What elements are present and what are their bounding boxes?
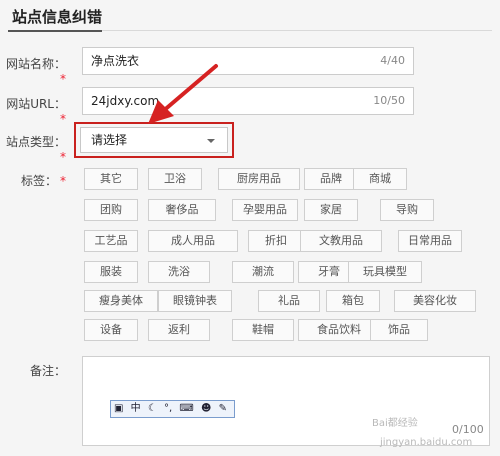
- tag-option[interactable]: 洗浴: [148, 261, 210, 283]
- tag-option[interactable]: 玩具模型: [348, 261, 422, 283]
- wrench-icon[interactable]: ✎: [219, 403, 227, 414]
- tag-option[interactable]: 箱包: [326, 290, 380, 312]
- tag-option[interactable]: 孕婴用品: [232, 199, 298, 221]
- chevron-down-icon: [207, 139, 215, 143]
- ime-toolbar[interactable]: ▣ 中 ☾ °, ⌨ ☻ ✎: [110, 400, 235, 418]
- site-type-label: 站点类型：*: [4, 133, 66, 164]
- punctuation-icon[interactable]: °,: [164, 403, 172, 414]
- required-mark: *: [60, 72, 66, 86]
- site-type-selected: 请选择: [91, 133, 128, 147]
- tag-option[interactable]: 其它: [84, 168, 138, 190]
- tag-option[interactable]: 瘦身美体: [84, 290, 158, 312]
- user-icon[interactable]: ☻: [201, 403, 211, 414]
- tag-option[interactable]: 服装: [84, 261, 138, 283]
- site-name-label: 网站名称：*: [4, 55, 66, 86]
- tag-option[interactable]: 折扣: [248, 230, 304, 252]
- tag-option[interactable]: 商城: [353, 168, 407, 190]
- site-type-select[interactable]: 请选择: [80, 127, 228, 153]
- watermark-url: jingyan.baidu.com: [380, 437, 473, 448]
- tag-option[interactable]: 食品饮料: [298, 319, 380, 341]
- site-name-value: 净点洗衣: [91, 54, 140, 68]
- site-url-label-text: 网站URL：: [6, 97, 66, 111]
- title-underline: [8, 30, 102, 32]
- note-label-text: 备注：: [29, 364, 66, 378]
- site-url-counter: 10/50: [373, 94, 405, 107]
- annotation-arrow: [148, 64, 218, 124]
- tag-option[interactable]: 眼镜钟表: [158, 290, 232, 312]
- required-mark: *: [60, 112, 66, 126]
- tag-option[interactable]: 文教用品: [300, 230, 382, 252]
- site-name-counter: 4/40: [380, 54, 405, 67]
- site-type-label-text: 站点类型：: [5, 135, 66, 149]
- required-mark: *: [60, 174, 66, 188]
- tag-option[interactable]: 潮流: [232, 261, 294, 283]
- tag-option[interactable]: 成人用品: [148, 230, 238, 252]
- tag-option[interactable]: 设备: [84, 319, 138, 341]
- tag-option[interactable]: 美容化妆: [394, 290, 476, 312]
- tag-option[interactable]: 礼品: [258, 290, 320, 312]
- tag-option[interactable]: 导购: [380, 199, 434, 221]
- tag-option[interactable]: 厨房用品: [218, 168, 300, 190]
- ime-mode[interactable]: 中: [131, 403, 141, 414]
- tag-option[interactable]: 奢侈品: [148, 199, 216, 221]
- watermark-logo: Bai都经验: [372, 418, 418, 429]
- site-url-input[interactable]: 24jdxy.com 10/50: [82, 87, 414, 115]
- moon-icon[interactable]: ☾: [148, 403, 157, 414]
- tag-option[interactable]: 饰品: [370, 319, 428, 341]
- tag-option[interactable]: 日常用品: [398, 230, 462, 252]
- site-name-input[interactable]: 净点洗衣 4/40: [82, 47, 414, 75]
- tag-option[interactable]: 家居: [304, 199, 358, 221]
- tags-label-text: 标签：: [20, 174, 57, 188]
- keyboard-icon[interactable]: ⌨: [179, 403, 193, 414]
- tags-label: 标签： *: [4, 172, 66, 189]
- ime-logo-icon[interactable]: ▣: [114, 403, 123, 414]
- tag-option[interactable]: 品牌: [304, 168, 358, 190]
- tag-option[interactable]: 卫浴: [148, 168, 202, 190]
- required-mark: *: [60, 150, 66, 164]
- tag-option[interactable]: 返利: [148, 319, 210, 341]
- page-title: 站点信息纠错: [12, 8, 103, 26]
- tag-option[interactable]: 鞋帽: [232, 319, 294, 341]
- site-name-label-text: 网站名称：: [5, 57, 66, 71]
- tag-option[interactable]: 团购: [84, 199, 138, 221]
- note-label: 备注：: [4, 362, 66, 379]
- site-url-label: 网站URL：*: [4, 95, 66, 126]
- note-counter: 0/100: [452, 423, 484, 436]
- tag-option[interactable]: 工艺品: [84, 230, 138, 252]
